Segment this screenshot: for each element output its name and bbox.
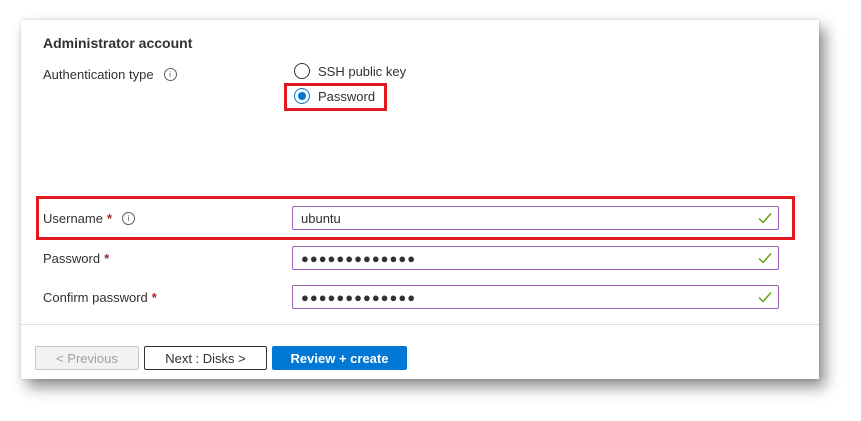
auth-type-label-row: Authentication type i: [43, 67, 177, 82]
username-label: Username: [43, 211, 103, 226]
radio-ssh-public-key[interactable]: SSH public key: [294, 63, 406, 79]
review-create-button[interactable]: Review + create: [272, 346, 407, 370]
radio-unchecked-icon[interactable]: [294, 63, 310, 79]
auth-type-label: Authentication type: [43, 67, 154, 82]
valid-check-icon: [758, 292, 772, 303]
password-label: Password: [43, 251, 101, 266]
previous-button[interactable]: < Previous: [35, 346, 139, 370]
next-disks-button[interactable]: Next : Disks >: [144, 346, 267, 370]
required-asterisk: *: [151, 290, 157, 305]
username-label-row: Username * i: [43, 211, 136, 226]
confirm-password-field[interactable]: ●●●●●●●●●●●●●: [292, 285, 779, 309]
password-value[interactable]: ●●●●●●●●●●●●●: [301, 251, 758, 266]
confirm-password-label: Confirm password: [43, 290, 148, 305]
required-asterisk: *: [106, 211, 113, 226]
info-icon[interactable]: i: [163, 68, 177, 81]
footer-divider: [21, 324, 819, 325]
password-field[interactable]: ●●●●●●●●●●●●●: [292, 246, 779, 270]
radio-checked-icon[interactable]: [294, 88, 310, 104]
confirm-password-value[interactable]: ●●●●●●●●●●●●●: [301, 290, 758, 305]
confirm-password-label-row: Confirm password *: [43, 290, 157, 305]
valid-check-icon: [758, 253, 772, 264]
username-value[interactable]: ubuntu: [301, 211, 758, 226]
radio-ssh-label: SSH public key: [318, 63, 407, 79]
valid-check-icon: [758, 213, 772, 224]
password-label-row: Password *: [43, 251, 109, 266]
admin-account-panel: Administrator account Authentication typ…: [21, 20, 819, 379]
radio-password-label: Password: [318, 88, 376, 104]
required-asterisk: *: [104, 251, 110, 266]
username-field[interactable]: ubuntu: [292, 206, 779, 230]
info-icon[interactable]: i: [122, 212, 136, 225]
radio-password[interactable]: Password: [294, 88, 375, 104]
section-title: Administrator account: [43, 35, 193, 51]
